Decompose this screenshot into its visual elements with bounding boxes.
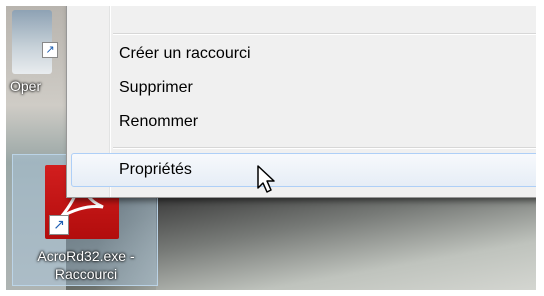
mouse-pointer-icon [256, 164, 280, 198]
context-menu: Créer un raccourci Supprimer Renommer Pr… [66, 6, 536, 198]
menu-item-create-shortcut[interactable]: Créer un raccourci [119, 45, 251, 63]
desktop-icon-partial[interactable]: ↗ Oper [6, 6, 62, 156]
menu-item-rename[interactable]: Renommer [119, 113, 198, 131]
desktop-icon-label: AcroRd32.exe - Raccourci [13, 247, 159, 283]
menu-separator [113, 147, 536, 149]
menu-item-delete[interactable]: Supprimer [119, 79, 193, 97]
shortcut-arrow-icon: ↗ [49, 215, 69, 235]
wallpaper-ground [156, 196, 536, 290]
icon-label-line-1: AcroRd32.exe - [37, 248, 135, 264]
shortcut-arrow-icon: ↗ [42, 42, 58, 58]
desktop-icon-label: Oper [10, 78, 42, 94]
icon-label-line-2: Raccourci [54, 266, 118, 282]
menu-separator [113, 33, 536, 35]
menu-item-properties[interactable]: Propriétés [119, 161, 192, 179]
desktop: ↗ Oper ↗ AcroRd32.exe - Raccourci Créer … [6, 6, 536, 290]
